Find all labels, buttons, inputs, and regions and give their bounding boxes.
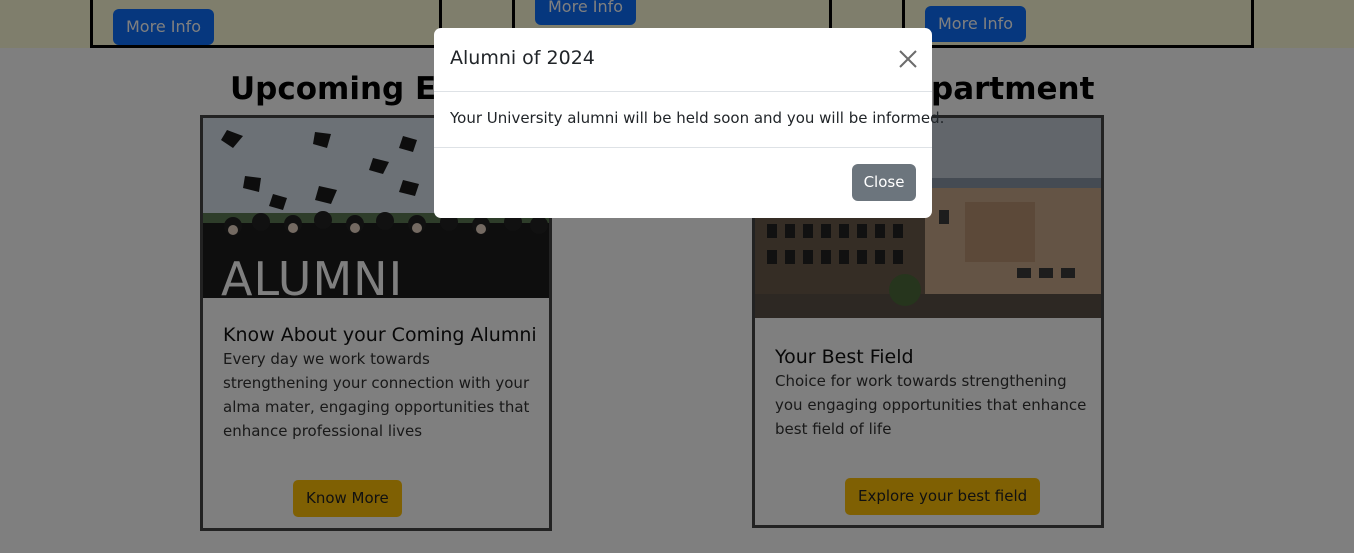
modal-title: Alumni of 2024	[450, 47, 595, 69]
close-button[interactable]: Close	[852, 164, 916, 201]
modal-body: Your University alumni will be held soon…	[450, 109, 945, 127]
close-icon[interactable]	[897, 48, 919, 70]
alumni-modal: Alumni of 2024 Your University alumni wi…	[434, 28, 944, 219]
modal-footer: Close	[434, 147, 932, 219]
modal-header: Alumni of 2024	[434, 28, 932, 92]
